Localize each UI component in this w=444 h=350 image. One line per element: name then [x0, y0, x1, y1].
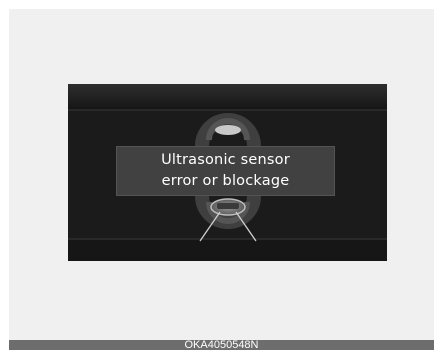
warning-message-line2: error or blockage	[161, 173, 290, 189]
figure-caption-bar: OKA4050548N	[9, 340, 434, 350]
warning-message-line1: Ultrasonic sensor	[161, 152, 290, 168]
warning-message-box: Ultrasonic sensor error or blockage	[116, 146, 335, 196]
front-sensor-arcs	[195, 113, 261, 147]
front-sensor-zone	[215, 125, 241, 135]
illustration-frame: Ultrasonic sensor error or blockage	[9, 9, 434, 340]
top-band	[68, 84, 387, 110]
figure-code: OKA4050548N	[184, 340, 259, 350]
rear-sensor-arcs	[195, 195, 261, 229]
bottom-band	[68, 239, 387, 261]
cluster-display: Ultrasonic sensor error or blockage	[68, 84, 387, 261]
